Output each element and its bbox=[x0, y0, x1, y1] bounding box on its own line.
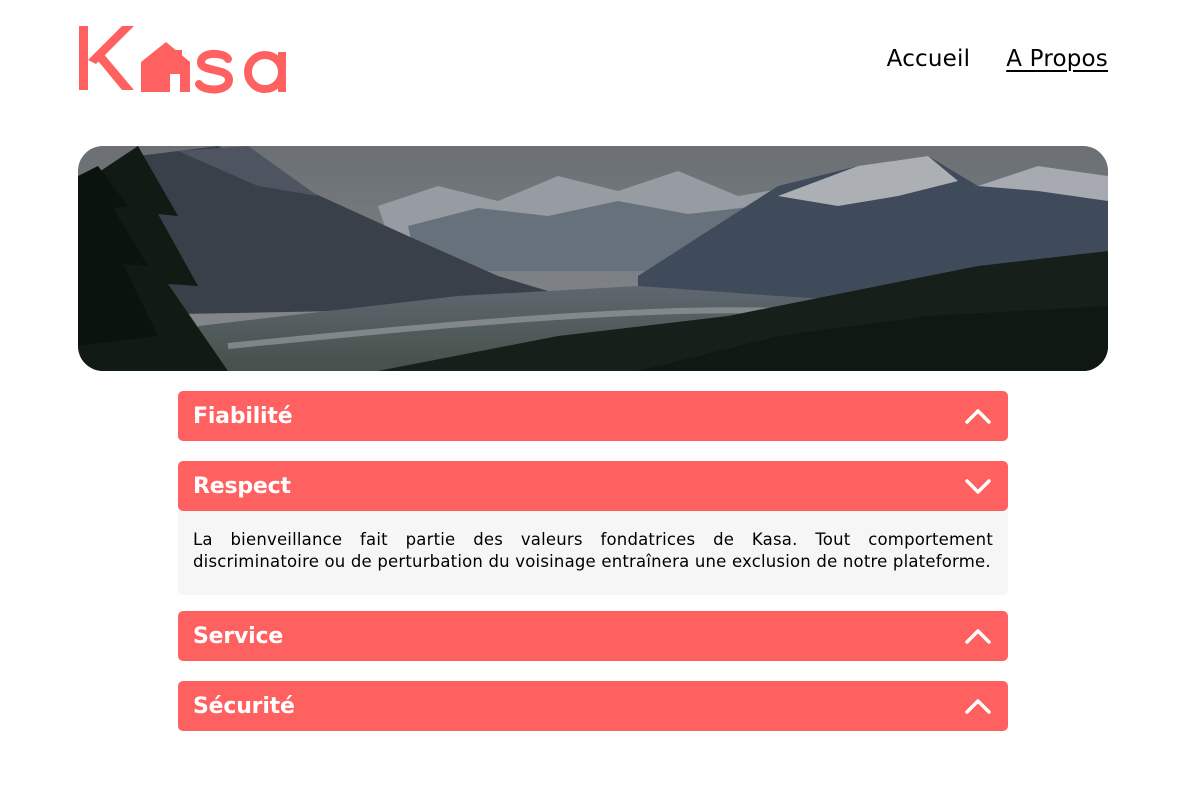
mountain-landscape-image bbox=[78, 146, 1108, 371]
main-nav: Accueil A Propos bbox=[887, 46, 1108, 72]
chevron-up-icon[interactable] bbox=[964, 692, 992, 720]
kasa-logo[interactable] bbox=[78, 24, 298, 96]
accordion-item-respect: Respect La bienveillance fait partie des… bbox=[178, 461, 1008, 595]
site-header: Accueil A Propos bbox=[78, 24, 1108, 96]
nav-link-a-propos[interactable]: A Propos bbox=[1006, 46, 1108, 72]
chevron-up-icon[interactable] bbox=[964, 622, 992, 650]
accordion-header-service[interactable]: Service bbox=[178, 611, 1008, 661]
nav-link-accueil[interactable]: Accueil bbox=[887, 46, 971, 72]
accordion-title: Service bbox=[193, 623, 284, 649]
accordion-item-service: Service bbox=[178, 611, 1008, 661]
accordion-title: Sécurité bbox=[193, 693, 295, 719]
accordion-body-respect: La bienveillance fait partie des valeurs… bbox=[178, 511, 1008, 595]
accordion-title: Respect bbox=[193, 473, 291, 499]
chevron-up-icon[interactable] bbox=[964, 402, 992, 430]
kasa-logo-icon bbox=[79, 26, 286, 94]
chevron-down-icon[interactable] bbox=[964, 472, 992, 500]
accordion-title: Fiabilité bbox=[193, 403, 293, 429]
values-accordion: Fiabilité Respect La bienveillance fait … bbox=[178, 391, 1008, 751]
accordion-header-respect[interactable]: Respect bbox=[178, 461, 1008, 511]
accordion-item-fiabilite: Fiabilité bbox=[178, 391, 1008, 441]
about-banner bbox=[78, 146, 1108, 371]
accordion-text: La bienveillance fait partie des valeurs… bbox=[193, 530, 993, 571]
accordion-header-fiabilite[interactable]: Fiabilité bbox=[178, 391, 1008, 441]
accordion-item-securite: Sécurité bbox=[178, 681, 1008, 731]
accordion-header-securite[interactable]: Sécurité bbox=[178, 681, 1008, 731]
